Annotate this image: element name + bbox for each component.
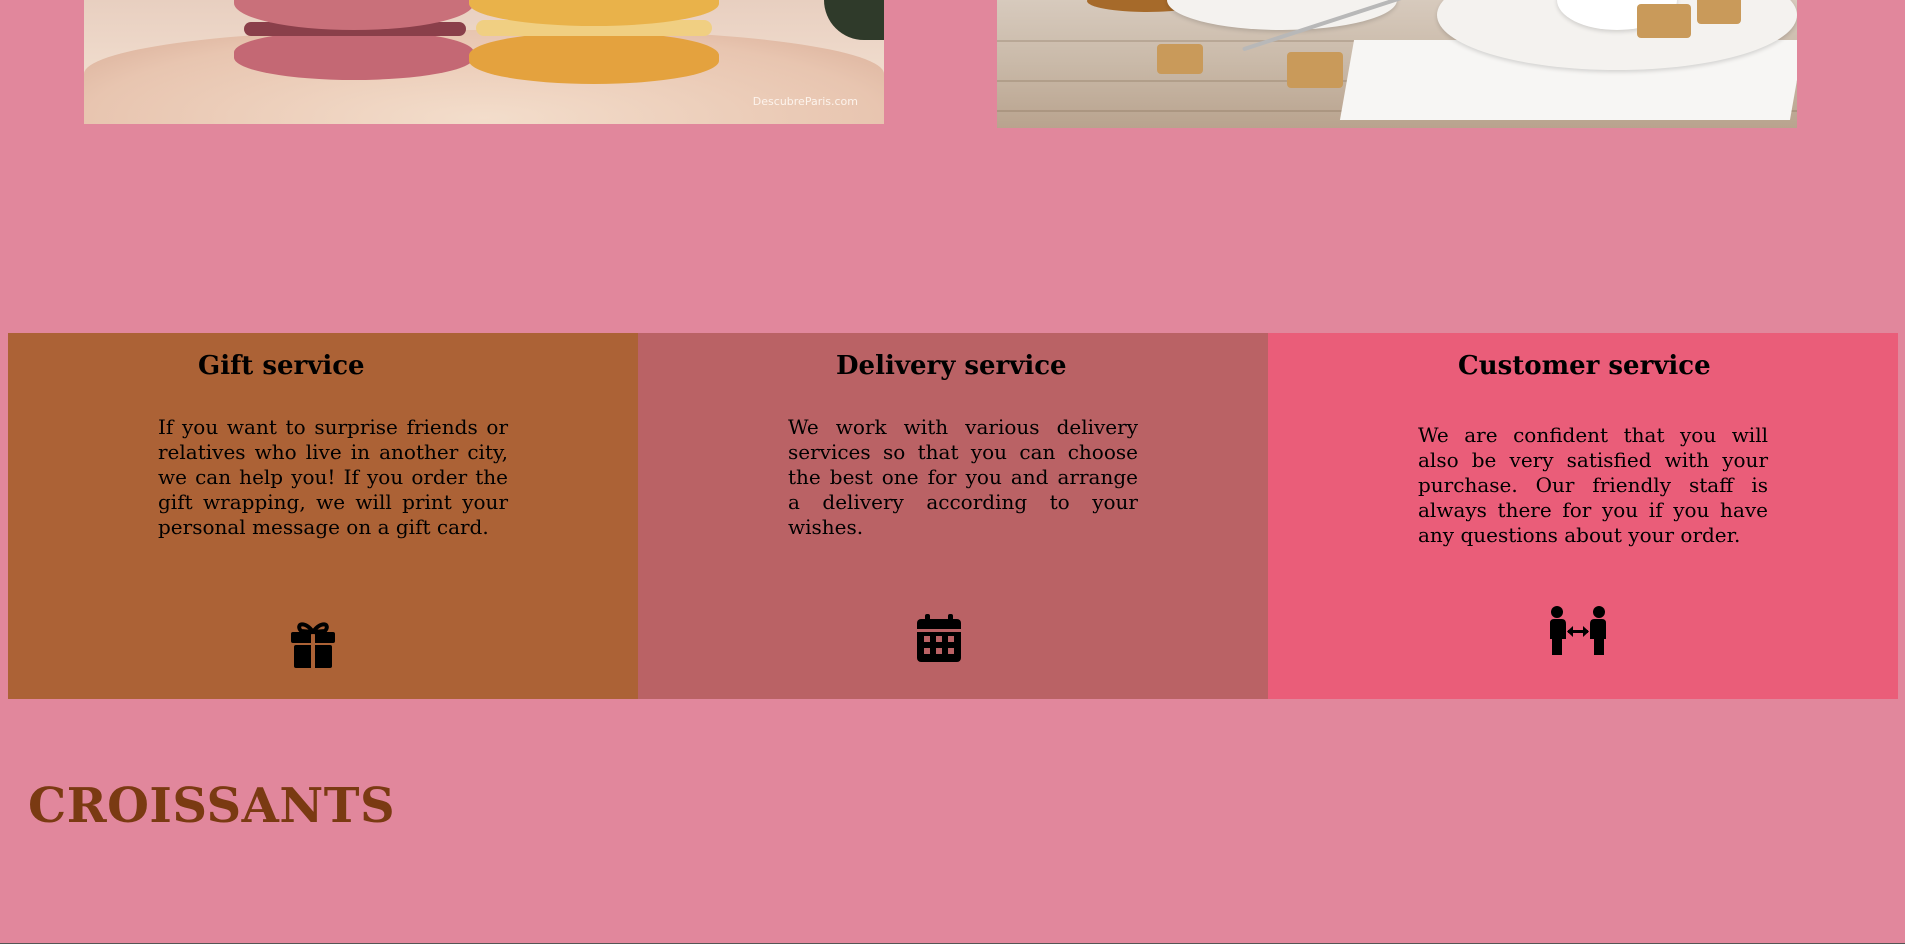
coffee-photo bbox=[997, 0, 1797, 128]
customer-service-title: Customer service bbox=[1458, 351, 1711, 381]
delivery-service-text: We work with various delivery services s… bbox=[788, 415, 1138, 539]
people-exchange-icon bbox=[1550, 606, 1606, 655]
section-heading-croissants: CROISSANTS bbox=[28, 778, 396, 834]
photo-background-corner bbox=[824, 0, 884, 40]
macarons-photo: DescubreParis.com bbox=[84, 0, 884, 124]
gift-service-card: Gift service If you want to surprise fri… bbox=[8, 333, 638, 699]
sugar-cube bbox=[1287, 52, 1343, 88]
photo-watermark: DescubreParis.com bbox=[752, 95, 858, 108]
gift-service-title: Gift service bbox=[198, 351, 365, 381]
sugar-cube bbox=[1157, 44, 1203, 74]
sugar-cube bbox=[1637, 4, 1691, 38]
gift-service-text: If you want to surprise friends or relat… bbox=[158, 415, 508, 539]
saucer-left bbox=[1167, 0, 1397, 30]
gift-icon bbox=[291, 622, 335, 668]
sugar-cube bbox=[1697, 0, 1741, 24]
pink-macaron-bottom bbox=[234, 30, 474, 80]
calendar-icon bbox=[917, 614, 961, 662]
customer-service-text: We are confident that you will also be v… bbox=[1418, 423, 1768, 547]
delivery-service-card: Delivery service We work with various de… bbox=[638, 333, 1268, 699]
yellow-macaron-bottom bbox=[469, 32, 719, 84]
services-section: Gift service If you want to surprise fri… bbox=[8, 333, 1898, 699]
delivery-service-title: Delivery service bbox=[836, 351, 1067, 381]
customer-service-card: Customer service We are confident that y… bbox=[1268, 333, 1898, 699]
